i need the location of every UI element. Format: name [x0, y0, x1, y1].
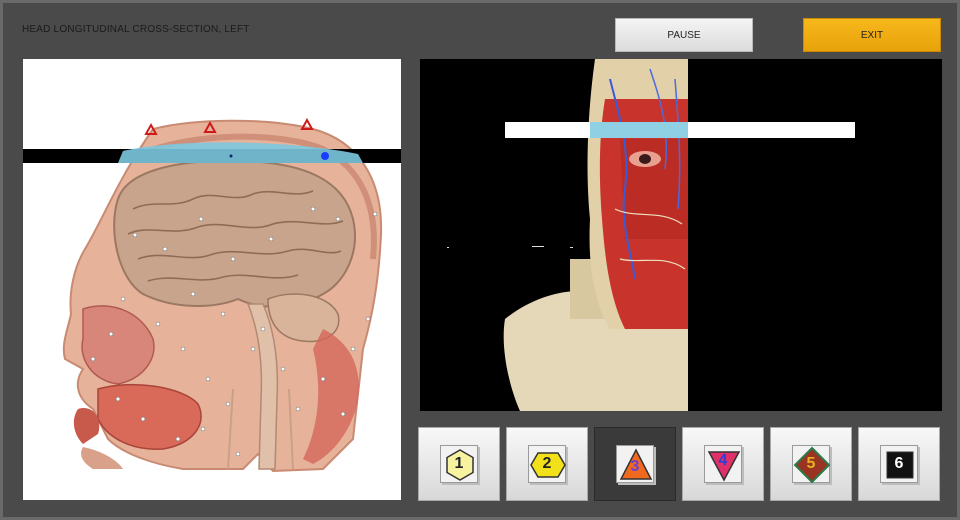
view-button-1[interactable]: 1	[418, 427, 500, 501]
square-icon: 6	[880, 445, 918, 483]
view-button-5[interactable]: 5	[770, 427, 852, 501]
diamond-icon: 5	[792, 445, 831, 484]
exit-button-label: EXIT	[860, 29, 884, 41]
head-3d-model-image	[447, 59, 855, 411]
view-button-6[interactable]: 6	[858, 427, 940, 501]
view-button-3[interactable]: 3	[594, 427, 676, 501]
view-button-2[interactable]: 2	[506, 427, 588, 501]
exit-button[interactable]: EXIT	[803, 18, 941, 52]
view-button-number: 1	[454, 455, 464, 472]
hexagon-icon: 2	[528, 445, 566, 483]
hexagon-icon: 1	[440, 445, 478, 483]
view-button-number: 6	[894, 455, 904, 472]
page-title: HEAD LONGITUDINAL CROSS-SECTION, LEFT	[22, 24, 250, 35]
view-button-number: 3	[630, 458, 640, 475]
triangle-down-icon: 4	[704, 445, 742, 483]
head-cross-section-image	[23, 117, 401, 473]
view-button-number: 4	[718, 452, 728, 469]
triangle-up-icon: 3	[616, 445, 654, 483]
cross-section-view[interactable]	[23, 59, 401, 500]
pause-button-label: PAUSE	[667, 29, 701, 41]
view-button-4[interactable]: 4	[682, 427, 764, 501]
pause-button[interactable]: PAUSE	[615, 18, 753, 52]
3d-anatomy-view[interactable]	[420, 59, 942, 411]
view-button-number: 5	[806, 455, 816, 472]
view-button-number: 2	[542, 455, 552, 472]
